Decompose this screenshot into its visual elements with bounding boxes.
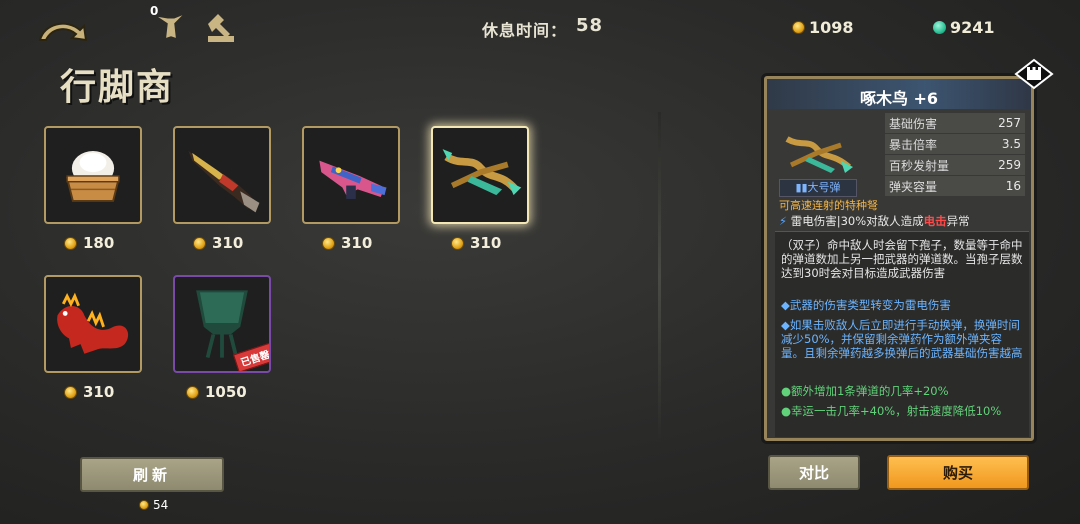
rest-time-label: 休息时间： — [482, 21, 568, 40]
shop-item-6[interactable]: 已售罄 — [173, 275, 271, 373]
element-line: ⚡ 雷电伤害|30%对敌人造成电击异常 — [779, 214, 970, 228]
stat-label: 弹夹容量 — [889, 179, 938, 194]
stat-row: 暴击倍率 3.5 — [885, 134, 1025, 154]
shop-item-3[interactable] — [302, 126, 400, 224]
bullet-icon: ▮▮ — [795, 181, 808, 194]
item-price-2: 310 — [193, 234, 243, 252]
item-subtitle: 可高速连射的特种弩 — [779, 199, 878, 212]
stat-label: 暴击倍率 — [889, 137, 938, 152]
item-name: 啄木鸟 +6 — [859, 89, 939, 108]
shop-item-2[interactable] — [173, 126, 271, 224]
description-box: （双子）命中敌人时会留下孢子，数量等于命中的弹道数加上另一把武器的弹道数。当孢子… — [775, 231, 1029, 437]
bread-basket-icon — [65, 151, 121, 202]
price-value: 180 — [83, 234, 115, 252]
desc-damage-type: ◆武器的伤害类型转变为雷电伤害 — [781, 298, 951, 312]
relic-slot[interactable]: 0 — [148, 4, 188, 46]
desc-gemini: （双子）命中敌人时会留下孢子，数量等于命中的弹道数加上另一把武器的弹道数。当孢子… — [781, 238, 1023, 280]
buy-button[interactable]: 购买 — [887, 455, 1029, 490]
gem-amount: 9241 — [950, 18, 995, 37]
element-suffix: 异常 — [946, 214, 970, 228]
red-lizard-pet-icon — [57, 292, 129, 354]
rest-time-value: 58 — [576, 15, 604, 36]
pink-blaster-icon — [319, 160, 387, 199]
compare-button[interactable]: 对比 — [768, 455, 860, 490]
refresh-cost: 54 — [139, 498, 168, 512]
shop-title: 行脚商 — [60, 66, 175, 108]
back-arrow-icon — [38, 22, 88, 42]
desc-reload: ◆如果击败敌人后立即进行手动换弹，换弹时间减少50%，并保留剩余弹药作为额外弹夹… — [781, 318, 1023, 360]
gem-counter: 9241 — [933, 18, 995, 37]
item-detail-panel: 啄木鸟 +6 ▮▮大号弹 基础伤害 257 暴击倍率 3.5 百秒发射量 259 弹夹… — [764, 76, 1034, 441]
item-price-5: 310 — [64, 383, 114, 401]
stats-table: 基础伤害 257 暴击倍率 3.5 百秒发射量 259 弹夹容量 16 — [885, 113, 1025, 197]
woodpecker-crossbow-icon — [442, 149, 522, 196]
hammer-anvil-icon — [208, 14, 234, 42]
item-price-1: 180 — [64, 234, 114, 252]
desc-lucky-hit: ●幸运一击几率+40%，射击速度降低10% — [781, 404, 1002, 418]
gold-coin-icon — [64, 236, 77, 250]
price-value: 310 — [212, 234, 244, 252]
element-highlight: 电击 — [923, 214, 947, 228]
item-price-3: 310 — [322, 234, 372, 252]
stat-value: 16 — [1005, 179, 1021, 193]
ammo-type-tag: ▮▮大号弹 — [779, 179, 857, 197]
castle-lock-icon — [1014, 58, 1054, 90]
shop-item-5[interactable] — [44, 275, 142, 373]
gold-coin-icon — [193, 236, 206, 250]
refresh-cost-value: 54 — [153, 498, 169, 512]
gold-coin-icon — [322, 236, 335, 250]
golden-rifle-icon — [188, 151, 260, 213]
stat-row: 基础伤害 257 — [885, 113, 1025, 133]
gem-icon — [933, 21, 946, 34]
shop-item-1[interactable] — [44, 126, 142, 224]
gold-coin-icon — [64, 385, 77, 399]
stat-row: 弹夹容量 16 — [885, 176, 1025, 196]
panel-divider — [658, 112, 661, 442]
gold-amount: 1098 — [809, 18, 854, 37]
price-value: 310 — [83, 383, 115, 401]
gold-counter: 1098 — [792, 18, 854, 37]
gold-coin-icon — [186, 385, 199, 399]
back-button[interactable] — [36, 10, 88, 46]
gold-coin-icon — [792, 21, 805, 34]
price-value: 310 — [470, 234, 502, 252]
forge-button[interactable] — [204, 10, 238, 46]
item-price-4: 310 — [451, 234, 501, 252]
ammo-type: 大号弹 — [807, 181, 841, 194]
price-value: 1050 — [205, 383, 247, 401]
stat-label: 基础伤害 — [889, 116, 938, 131]
desc-extra-projectile: ●额外增加1条弹道的几率+20% — [781, 384, 949, 398]
shop-item-4[interactable] — [431, 126, 529, 224]
stat-label: 百秒发射量 — [889, 158, 950, 173]
stat-value: 257 — [998, 116, 1021, 130]
gold-coin-icon — [451, 236, 464, 250]
element-text: 30%对敌人造成 — [840, 214, 924, 228]
gold-coin-icon — [139, 500, 149, 510]
lock-toggle[interactable] — [1014, 58, 1054, 90]
lightning-icon: ⚡ — [779, 214, 788, 228]
stat-value: 3.5 — [1001, 137, 1021, 151]
goblet-icon — [158, 15, 183, 38]
stat-value: 259 — [998, 158, 1021, 172]
price-value: 310 — [341, 234, 373, 252]
stat-row: 百秒发射量 259 — [885, 155, 1025, 175]
refresh-button[interactable]: 刷新 — [80, 457, 224, 492]
item-price-6: 1050 — [186, 383, 247, 401]
element-prefix: 雷电伤害 — [790, 214, 837, 228]
